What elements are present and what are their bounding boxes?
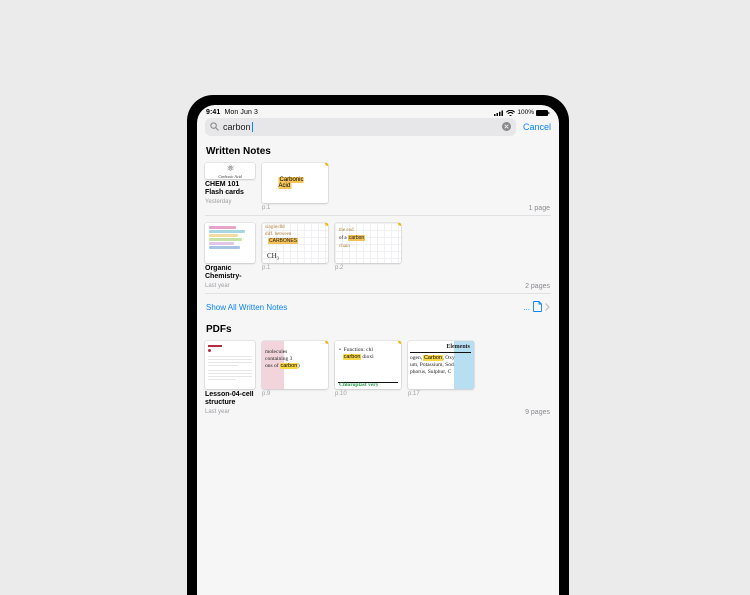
thumbnail: single/dbl diff. between CARBONES CH₃ <box>262 223 328 263</box>
page-label: p.1 <box>262 265 328 271</box>
result-row: Lesson-04-cell structure and... Last yea… <box>205 341 551 419</box>
battery-icon <box>536 110 550 116</box>
thumbnail: • Function: chl carbon dioxi Chloroplast… <box>335 341 401 389</box>
search-field[interactable]: carbon <box>205 118 516 136</box>
page-preview[interactable]: the end of a carbon chain p.2 <box>335 223 401 271</box>
page-count: 2 pages <box>525 283 550 290</box>
match-badge-icon <box>325 163 328 166</box>
match-badge-icon <box>325 341 328 344</box>
thumbnail: ⚛ Carbonic Acid <box>205 163 255 179</box>
page-count: 1 page <box>529 205 550 212</box>
page-label: p.1 <box>262 205 328 211</box>
match-badge-icon <box>325 223 328 226</box>
status-time: 9:41 <box>206 109 220 116</box>
page-preview[interactable]: Elements ogen, Carbon, Oxyum, Potassium,… <box>408 341 474 397</box>
page-preview[interactable]: moleculescontaining 3ons of carbon) p.9 <box>262 341 328 397</box>
show-all-row[interactable]: Show All Written Notes ... <box>205 293 551 321</box>
item-title: CHEM 101 Flash cards <box>205 181 255 197</box>
item-title: Organic Chemistry- Fu... <box>205 265 255 281</box>
search-input[interactable]: carbon <box>223 122 251 132</box>
item-title: Lesson-04-cell structure and... <box>205 391 255 407</box>
thumbnail: the end of a carbon chain <box>335 223 401 263</box>
page-preview[interactable]: • Function: chl carbon dioxi Chloroplast… <box>335 341 401 397</box>
wifi-icon <box>506 110 515 116</box>
result-row: ⚛ Carbonic Acid CHEM 101 Flash cards Yes… <box>205 163 551 215</box>
thumbnail: Carbonic Acid <box>262 163 328 203</box>
document-item[interactable]: ⚛ Carbonic Acid CHEM 101 Flash cards Yes… <box>205 163 255 205</box>
document-item[interactable]: Lesson-04-cell structure and... Last yea… <box>205 341 255 415</box>
section-title-pdfs: PDFs <box>206 324 551 335</box>
show-all-label: Show All Written Notes <box>206 303 287 312</box>
item-subtitle: Last year <box>205 409 255 415</box>
match-badge-icon <box>398 341 401 344</box>
battery-text: 100% <box>517 109 534 116</box>
document-item[interactable]: Organic Chemistry- Fu... Last year <box>205 223 255 289</box>
section-title-written: Written Notes <box>206 146 551 157</box>
thumbnail <box>205 341 255 389</box>
cancel-button[interactable]: Cancel <box>523 122 551 132</box>
item-subtitle: Last year <box>205 283 255 289</box>
page-label: p.9 <box>262 391 328 397</box>
page-count: 9 pages <box>525 409 550 416</box>
search-icon <box>210 118 219 136</box>
match-badge-icon <box>398 223 401 226</box>
thumbnail <box>205 223 255 263</box>
clear-icon[interactable] <box>502 118 511 136</box>
page-label: p.2 <box>335 265 401 271</box>
page-label: p.10 <box>335 391 401 397</box>
cellular-icon <box>494 110 504 116</box>
document-icon <box>533 301 542 314</box>
page-preview[interactable]: Carbonic Acid p.1 <box>262 163 328 211</box>
status-bar: 9:41 Mon Jun 3 100% <box>197 105 559 118</box>
page-preview[interactable]: single/dbl diff. between CARBONES CH₃ p.… <box>262 223 328 271</box>
chevron-right-icon <box>545 303 550 313</box>
thumbnail: Elements ogen, Carbon, Oxyum, Potassium,… <box>408 341 474 389</box>
page-label: p.17 <box>408 391 474 397</box>
item-subtitle: Yesterday <box>205 199 255 205</box>
status-date: Mon Jun 3 <box>224 109 258 116</box>
result-row: Organic Chemistry- Fu... Last year singl… <box>205 215 551 293</box>
thumbnail: moleculescontaining 3ons of carbon) <box>262 341 328 389</box>
ellipsis-icon: ... <box>523 303 530 312</box>
